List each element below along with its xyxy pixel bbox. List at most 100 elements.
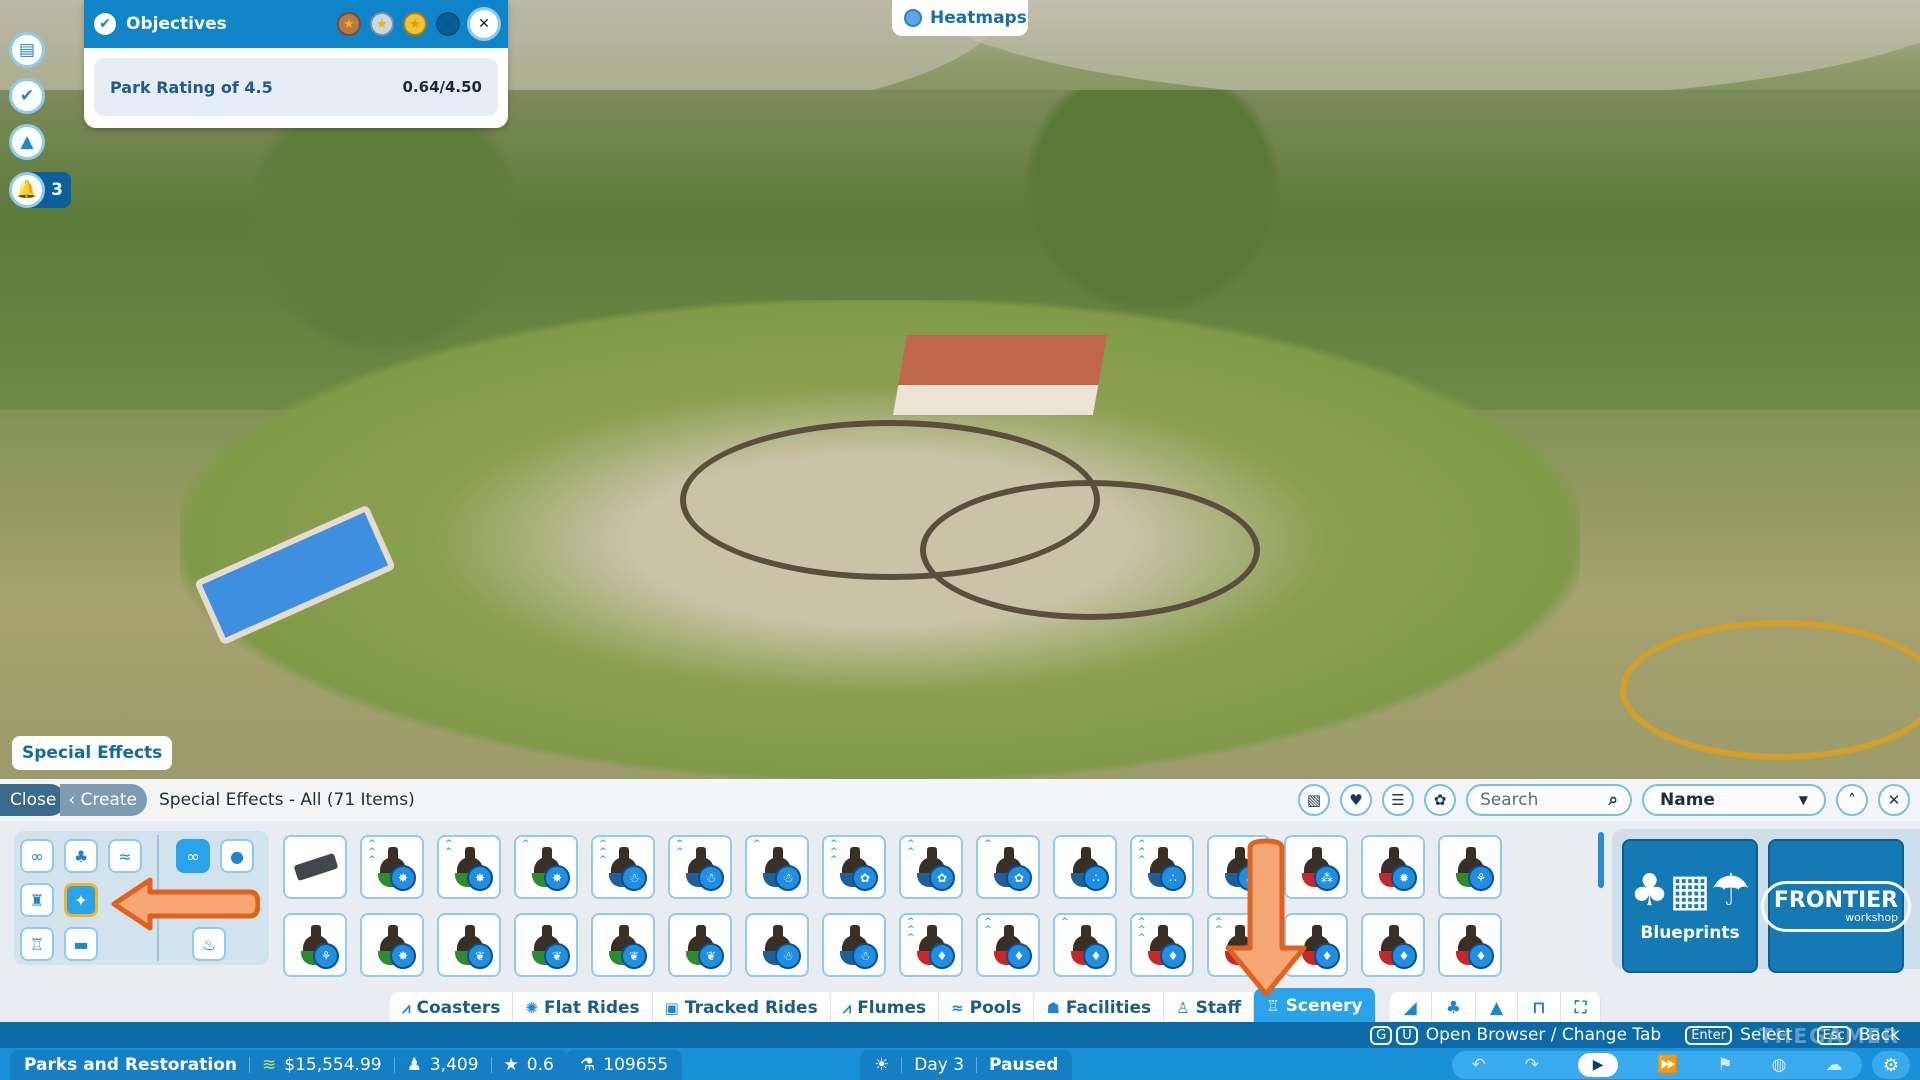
objectives-button[interactable]: ✔ bbox=[9, 78, 45, 114]
category-buildings[interactable]: ♖ bbox=[20, 927, 54, 961]
fast-forward-button[interactable]: ⏩ bbox=[1657, 1055, 1678, 1075]
item-tile[interactable]: ✸ ^ bbox=[514, 835, 578, 899]
tracked-rides-icon: ▣ bbox=[664, 999, 679, 1017]
filters-button[interactable]: ☰ bbox=[1382, 784, 1414, 816]
item-tile[interactable]: ♦ bbox=[1438, 913, 1502, 977]
item-tile[interactable]: ∴ ^ ^ ^ bbox=[1130, 835, 1194, 899]
blueprints-button[interactable]: ♣▦☂ Blueprints bbox=[1622, 839, 1758, 973]
tab-facilities[interactable]: ☗ Facilities bbox=[1034, 992, 1165, 1024]
effect-type-icon: ♦ bbox=[1314, 943, 1340, 969]
item-tile[interactable]: ✸ ^ ^ bbox=[437, 835, 501, 899]
category-lighting[interactable]: ♜ bbox=[20, 883, 54, 917]
category-water-features[interactable]: ≈ bbox=[108, 839, 142, 873]
sort-direction-button[interactable]: ˄ bbox=[1836, 784, 1868, 816]
tree-icon: ♣ bbox=[73, 846, 89, 866]
item-tile[interactable]: ♦ bbox=[1361, 913, 1425, 977]
item-tile[interactable]: ∴ bbox=[1053, 835, 1117, 899]
item-tile[interactable] bbox=[283, 835, 347, 899]
item-tile[interactable]: ☃ ^ ^ ^ bbox=[591, 835, 655, 899]
divider bbox=[976, 1057, 978, 1073]
undo-button[interactable]: ↶ bbox=[1472, 1055, 1486, 1075]
content-pack-button[interactable]: ✿ bbox=[1424, 784, 1456, 816]
item-tile[interactable]: ❦ bbox=[514, 913, 578, 977]
item-tile[interactable]: ☃ ^ bbox=[745, 835, 809, 899]
item-tile[interactable]: ☃ ^ ^ bbox=[668, 835, 732, 899]
tab-landscape-trees[interactable]: ♣ bbox=[1431, 992, 1476, 1024]
bell-icon: 🔔 bbox=[16, 180, 38, 200]
search-input[interactable]: Search ⌕ bbox=[1466, 784, 1632, 816]
time-info[interactable]: ☀ Day 3 Paused bbox=[860, 1050, 1073, 1080]
clipboard-button[interactable]: ▤ bbox=[9, 32, 45, 68]
category-signs[interactable]: ▬ bbox=[64, 927, 98, 961]
tab-label: Pools bbox=[969, 998, 1022, 1018]
item-tile[interactable]: ♦ ^ ^ ^ bbox=[899, 913, 963, 977]
tab-fullscreen[interactable]: ⛶ bbox=[1560, 992, 1602, 1024]
item-tile[interactable]: ♦ ^ bbox=[1053, 913, 1117, 977]
tab-flat-rides[interactable]: ✺ Flat Rides bbox=[513, 992, 653, 1024]
item-tile[interactable]: ❦ bbox=[591, 913, 655, 977]
tab-label: Coasters bbox=[416, 998, 501, 1018]
subcategory-water[interactable]: ● bbox=[220, 839, 254, 873]
item-tile[interactable]: ☃ bbox=[745, 913, 809, 977]
effect-type-icon: ∴ bbox=[1083, 865, 1109, 891]
item-tile[interactable]: ✸ ^ ^ ^ bbox=[360, 835, 424, 899]
item-tile[interactable]: ✿ ^ ^ ^ bbox=[822, 835, 886, 899]
tab-tracked-rides[interactable]: ▣ Tracked Rides bbox=[652, 992, 831, 1024]
owned-filter-button[interactable]: ▧ bbox=[1298, 784, 1330, 816]
close-button[interactable]: Close bbox=[0, 784, 67, 816]
terrain-add-icon: ▲ bbox=[20, 132, 34, 152]
item-tile[interactable]: ✸ bbox=[360, 913, 424, 977]
terrain-add-button[interactable]: ▲ bbox=[9, 124, 45, 160]
item-tile[interactable]: ❦ bbox=[437, 913, 501, 977]
grid-scrollbar[interactable] bbox=[1598, 832, 1604, 888]
settings-button[interactable]: ⚙ bbox=[1872, 1051, 1910, 1079]
back-to-create-button[interactable]: ‹ Create bbox=[60, 784, 148, 816]
item-tile[interactable]: ⚘ bbox=[1438, 835, 1502, 899]
heatmaps-button[interactable]: Heatmaps bbox=[892, 0, 1028, 36]
effect-type-icon: ⚘ bbox=[1468, 865, 1494, 891]
tab-coasters[interactable]: ⩘ Coasters bbox=[390, 992, 514, 1024]
effect-type-icon: ♦ bbox=[929, 943, 955, 969]
camera-button[interactable]: ⚑ bbox=[1717, 1055, 1732, 1075]
notifications-button[interactable]: 🔔 bbox=[9, 172, 45, 208]
frontier-workshop-button[interactable]: FRONTIER workshop bbox=[1760, 839, 1912, 973]
browser-toolbar: ▧ ♥ ☰ ✿ Search ⌕ Name ▼ ˄ ✕ bbox=[1298, 784, 1920, 816]
park-management-button[interactable]: ◍ bbox=[1772, 1055, 1787, 1075]
play-button[interactable]: ▶ bbox=[1578, 1053, 1619, 1077]
item-tile[interactable]: ♦ ^^ bbox=[976, 913, 1040, 977]
blueprints-label: Blueprints bbox=[1640, 923, 1740, 943]
favourites-button[interactable]: ♥ bbox=[1340, 784, 1372, 816]
item-tile[interactable]: ✿ ^ bbox=[976, 835, 1040, 899]
subcategory-fire[interactable]: ♨ bbox=[192, 927, 226, 961]
objectives-close-button[interactable]: ✕ bbox=[470, 10, 498, 38]
tutorial-arrow-down bbox=[1225, 838, 1307, 997]
weather-icon: ☀ bbox=[874, 1055, 890, 1075]
tab-pools[interactable]: ≈ Pools bbox=[939, 992, 1035, 1024]
tab-paths[interactable]: ⊓ bbox=[1518, 992, 1561, 1024]
objective-row: Park Rating of 4.5 0.64/4.50 bbox=[94, 58, 498, 116]
browser-close-button[interactable]: ✕ bbox=[1878, 784, 1910, 816]
item-tile[interactable]: ✹ bbox=[1361, 835, 1425, 899]
category-nature[interactable]: ♣ bbox=[64, 839, 98, 873]
subcategory-all[interactable]: ∞ bbox=[176, 839, 210, 873]
tab-terrain-paint[interactable]: ◢ bbox=[1389, 992, 1432, 1024]
item-tile[interactable]: ✿ ^ ^ bbox=[899, 835, 963, 899]
tab-terrain[interactable]: ▲ bbox=[1475, 992, 1519, 1024]
item-tile[interactable]: ❦ bbox=[668, 913, 732, 977]
category-all[interactable]: ∞ bbox=[20, 839, 54, 873]
coaster-track bbox=[920, 480, 1260, 620]
item-tile[interactable]: ⚘ bbox=[283, 913, 347, 977]
weather-button[interactable]: ☁ bbox=[1825, 1055, 1842, 1075]
item-tile[interactable]: ♦ ^ ^ ^ bbox=[1130, 913, 1194, 977]
tier-chevron-icon: ^ ^ ^ bbox=[1138, 917, 1146, 943]
infinity-icon: ∞ bbox=[30, 846, 44, 866]
redo-button[interactable]: ↷ bbox=[1525, 1055, 1539, 1075]
controller-hints: Ğ Ü Open Browser / Change Tab Enter Select Es… bbox=[0, 1022, 1920, 1048]
item-tile[interactable]: ☃ bbox=[822, 913, 886, 977]
tab-flumes[interactable]: ⩘ Flumes bbox=[830, 992, 940, 1024]
tier-chevron-icon: ^ ^ bbox=[907, 839, 915, 857]
sort-dropdown[interactable]: Name ▼ bbox=[1642, 784, 1826, 816]
research-info[interactable]: ⚗ 109655 bbox=[566, 1050, 683, 1080]
park-info[interactable]: Parks and Restoration ≋ $15,554.99 ♟ 3,4… bbox=[10, 1050, 568, 1080]
category-special-effects[interactable]: ✦ bbox=[64, 883, 98, 917]
